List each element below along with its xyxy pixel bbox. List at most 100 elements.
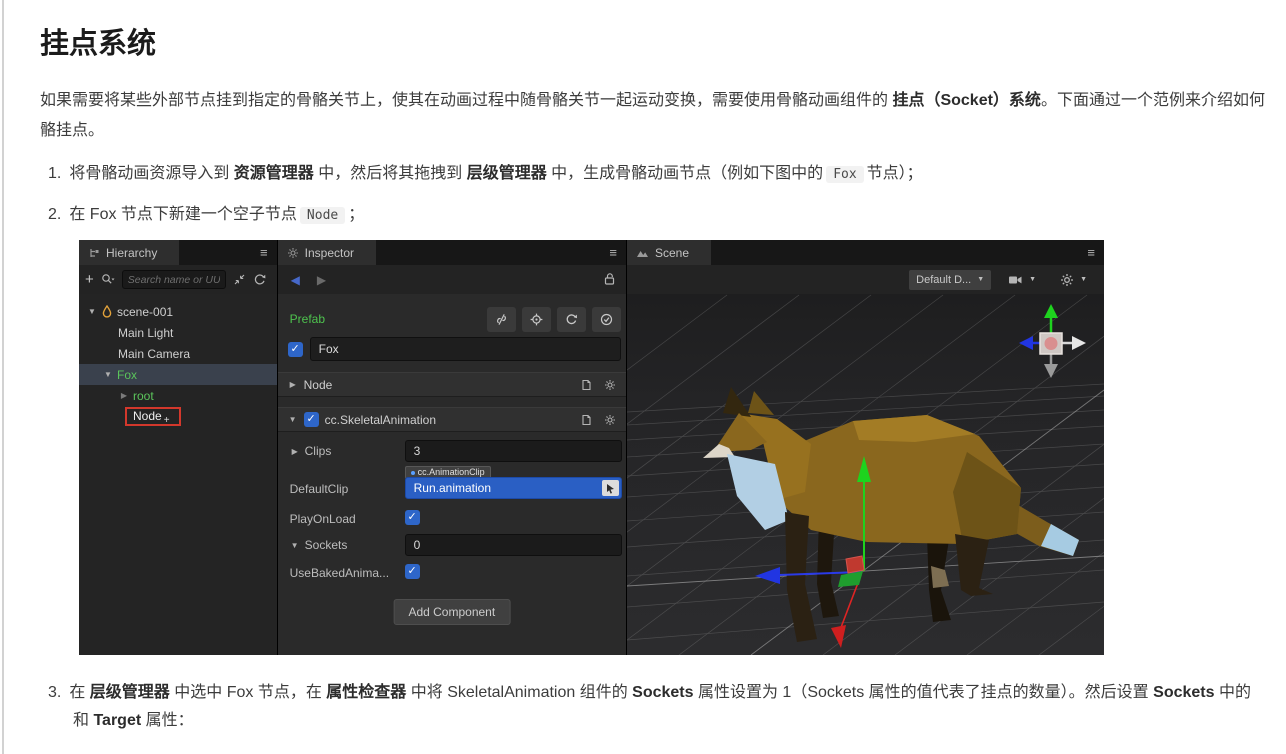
cursor-icon [607,483,615,494]
tree-node-label: scene-001 [117,304,174,319]
hierarchy-tree: ▼ scene-001 Main Light Main Camera ▼ Fox… [79,294,277,427]
prefab-locate-button[interactable] [522,306,551,332]
hierarchy-icon [90,248,99,257]
item3-text-2: 中选中 Fox 节点，在 [169,684,327,701]
playonload-checkbox[interactable]: ✓ [404,510,420,525]
chevron-down-icon[interactable]: ▼ [87,307,97,316]
hierarchy-toolbar: + [79,265,277,294]
docs-icon[interactable] [580,414,592,426]
gear-icon[interactable] [604,379,616,391]
asset-type-dot-icon [410,470,415,475]
search-input[interactable] [121,270,226,289]
chevron-down-icon[interactable]: ▼ [290,541,300,550]
chevron-right-icon[interactable]: ▶ [119,391,129,400]
section-skeletal-label: cc.SkeletalAnimation [324,412,437,427]
search-icon [101,274,115,284]
prefab-unlink-button[interactable] [487,306,516,332]
item1-bold-assets: 资源管理器 [233,165,314,182]
list-number: 2. [48,206,62,223]
view-mode-dropdown[interactable]: Default D... ▼ [909,269,992,290]
collapse-all-icon[interactable] [233,273,246,286]
item1-text-4: 节点）； [866,165,923,182]
asset-picker-button[interactable] [601,480,619,496]
inspector-tabbar: Inspector ≡ [277,240,626,265]
item3-text-5: 中的 [1214,684,1251,701]
gear-icon [1061,273,1074,286]
list-number: 3. [48,684,62,701]
clips-label[interactable]: ▶ Clips [290,444,332,458]
section-node[interactable]: ▶ Node [277,372,626,397]
item3-text-4: 属性设置为 1（Sockets 属性的值代表了挂点的数量）。然后设置 [693,684,1154,701]
scene-panel: Scene ≡ Default D... ▼ ▼ ▼ [626,240,1104,655]
usebaked-checkbox[interactable]: ✓ [404,564,420,579]
scene-tabbar: Scene ≡ [627,240,1104,265]
hierarchy-menu-icon[interactable]: ≡ [260,245,268,260]
scene-node-icon [102,305,112,318]
inline-code-fox: Fox [826,166,864,183]
history-forward-icon[interactable]: ▶ [317,273,326,287]
tab-hierarchy[interactable]: Hierarchy [79,240,180,265]
component-enabled-checkbox[interactable]: ✓ [303,412,319,427]
section-skeletal-animation[interactable]: ▼ ✓ cc.SkeletalAnimation [277,407,626,432]
chevron-right-icon[interactable]: ▶ [290,447,300,456]
inspector-body: Prefab ✓ Fox ▶ Node ▼ ✓ cc.SkeletalAnima… [277,294,626,655]
tab-inspector[interactable]: Inspector [277,240,376,265]
item2-text-2: ； [348,206,365,223]
inspector-menu-icon[interactable]: ≡ [609,245,617,260]
tab-scene[interactable]: Scene [627,240,712,265]
tree-node-root[interactable]: ▶ root [79,385,277,406]
item3-text-7: 属性： [141,712,194,729]
tab-scene-label: Scene [655,245,690,260]
refresh-icon[interactable] [253,273,266,286]
history-back-icon[interactable]: ◀ [291,273,300,287]
prefab-label: Prefab [289,312,325,326]
item3-bold-inspector: 属性检查器 [326,684,407,701]
tree-node-node[interactable]: Node + [79,406,277,427]
tree-node-scene[interactable]: ▼ scene-001 [79,301,277,322]
chevron-down-icon: ▼ [977,276,985,283]
tree-node-main-light[interactable]: Main Light [79,322,277,343]
chevron-down-icon[interactable]: ▼ [103,370,113,379]
chevron-down-icon: ▼ [1029,276,1037,283]
scene-icon [637,250,648,257]
node-name-input[interactable] [309,337,621,361]
gear-icon[interactable] [604,414,616,426]
node-active-checkbox[interactable]: ✓ [287,341,303,357]
chevron-down-icon: ▼ [1080,276,1087,283]
scene-settings-button[interactable]: ▼ [1053,270,1094,290]
tab-inspector-label: Inspector [304,245,354,260]
docs-icon[interactable] [580,379,592,391]
search-filter-button[interactable] [101,273,115,286]
inspector-icon [287,247,298,258]
lock-icon[interactable] [603,272,616,291]
clips-value-field[interactable]: 3 [404,440,622,462]
item1-bold-hierarchy: 层级管理器 [466,165,547,182]
sockets-label[interactable]: ▼ Sockets [290,538,348,552]
chevron-down-icon[interactable]: ▼ [288,415,298,424]
camera-menu-button[interactable]: ▼ [1001,270,1043,290]
item3-text-6: 和 [73,712,94,729]
item3-bold-sockets: Sockets [632,684,694,701]
defaultclip-value-field[interactable]: Run.animation [404,477,622,499]
prefab-apply-button[interactable] [592,306,621,332]
item2-text: 在 Fox 节点下新建一个空子节点 [69,206,297,223]
playonload-label: PlayOnLoad [289,512,356,526]
intro-text: 如果需要将某些外部节点挂到指定的骨骼关节上，使其在动画过程中随骨骼关节一起运动变… [40,92,893,109]
tree-node-fox[interactable]: ▼ Fox [79,364,277,385]
chevron-right-icon[interactable]: ▶ [288,380,298,389]
sockets-value-field[interactable]: 0 [404,534,622,556]
scene-viewport[interactable] [627,294,1104,655]
list-number: 1. [48,165,62,182]
intro-paragraph: 如果需要将某些外部节点挂到指定的骨骼关节上，使其在动画过程中随骨骼关节一起运动变… [40,86,1265,146]
prefab-reset-button[interactable] [557,306,586,332]
gizmo-cube-handle[interactable] [845,555,865,574]
page-title: 挂点系统 [40,28,157,60]
add-component-button[interactable]: Add Component [393,599,511,625]
section-node-label: Node [303,377,333,392]
tree-node-main-camera[interactable]: Main Camera [79,343,277,364]
hierarchy-tabbar: Hierarchy ≡ [79,240,277,265]
scene-menu-icon[interactable]: ≡ [1087,245,1095,260]
hierarchy-panel: Hierarchy ≡ + ▼ [79,240,277,655]
inspector-panel: Inspector ≡ ◀ ▶ Prefab ✓ Fox ▶ Node ▼ ✓ … [276,240,626,655]
create-node-button[interactable]: + [85,272,94,287]
